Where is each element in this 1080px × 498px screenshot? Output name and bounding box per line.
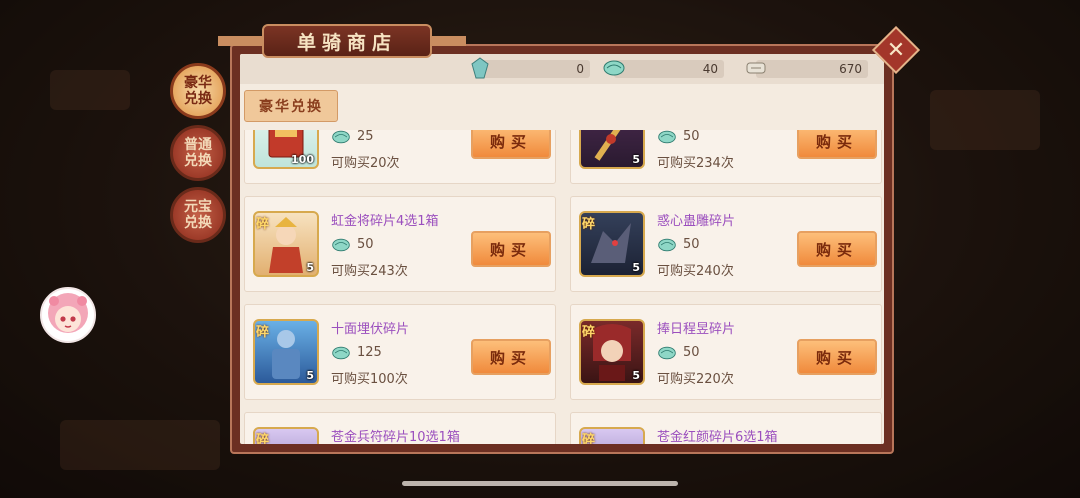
item-purchase-limit: 可购买240次 [657, 264, 734, 279]
title-ornament [218, 36, 264, 46]
token-icon [332, 346, 350, 360]
shop-item-card: 5 50 可购买234次 购买 [570, 130, 882, 184]
assistant-avatar[interactable] [40, 287, 96, 343]
item-icon-box[interactable]: 碎 [253, 427, 319, 444]
buy-button[interactable]: 购买 [797, 130, 877, 159]
item-price: 125 [357, 345, 382, 360]
side-tab-normal[interactable]: 普通兑换 [170, 125, 226, 181]
item-icon-box[interactable]: 碎 [579, 427, 645, 444]
background-decoration [930, 90, 1040, 150]
token-icon [658, 346, 676, 360]
currency-scroll-value: 670 [839, 62, 862, 76]
item-price: 50 [683, 237, 700, 252]
buy-button[interactable]: 购买 [471, 231, 551, 267]
token-icon [658, 238, 676, 252]
background-decoration [50, 70, 130, 110]
shop-panel: 0 40 670 豪华兑换 100 25 可购买20次 购买 5 50 可购买2… [230, 44, 894, 454]
item-price: 50 [683, 345, 700, 360]
item-name: 十面埋伏碎片 [331, 322, 410, 337]
currency-token: 40 [603, 60, 724, 78]
item-icon-spear[interactable]: 5 [579, 130, 645, 169]
item-purchase-limit: 可购买234次 [657, 156, 734, 171]
crystal-icon [471, 57, 489, 79]
item-price: 25 [357, 130, 374, 144]
shop-item-card: 碎 苍金红颜碎片6选1箱 [570, 412, 882, 444]
side-tab-yuanbao[interactable]: 元宝兑换 [170, 187, 226, 243]
shop-panel-body: 0 40 670 豪华兑换 100 25 可购买20次 购买 5 50 可购买2… [240, 54, 884, 444]
item-purchase-limit: 可购买20次 [331, 156, 400, 171]
sub-tab-luxury[interactable]: 豪华兑换 [244, 90, 338, 122]
shop-item-card: 碎 5 惑心蛊雕碎片 50 可购买240次 购买 [570, 196, 882, 292]
buy-button[interactable]: 购买 [471, 339, 551, 375]
close-icon[interactable]: ✕ [879, 33, 913, 67]
home-indicator[interactable] [402, 481, 678, 486]
item-icon-beast[interactable]: 碎 5 [579, 211, 645, 277]
item-icon-armor[interactable]: 碎 5 [253, 319, 319, 385]
side-tab-luxury[interactable]: 豪华兑换 [170, 63, 226, 119]
item-name: 苍金兵符碎片10选1箱 [331, 430, 460, 444]
item-name: 虹金将碎片4选1箱 [331, 214, 439, 229]
item-icon-warrior[interactable]: 碎 5 [253, 211, 319, 277]
shop-item-card: 碎 苍金兵符碎片10选1箱 [244, 412, 556, 444]
item-name: 苍金红颜碎片6选1箱 [657, 430, 778, 444]
item-name: 捧日程昱碎片 [657, 322, 736, 337]
token-icon [658, 130, 676, 144]
item-purchase-limit: 可购买100次 [331, 372, 408, 387]
currency-token-value: 40 [702, 62, 718, 76]
item-list[interactable]: 100 25 可购买20次 购买 5 50 可购买234次 购买 碎 5 虹金将… [244, 130, 884, 444]
shop-item-card: 碎 5 虹金将碎片4选1箱 50 可购买243次 购买 [244, 196, 556, 292]
item-price: 50 [357, 237, 374, 252]
token-icon [332, 238, 350, 252]
token-icon [603, 60, 625, 76]
currency-crystal: 0 [471, 57, 590, 79]
item-purchase-limit: 可购买220次 [657, 372, 734, 387]
currency-scroll: 670 [746, 60, 868, 78]
item-price: 50 [683, 130, 700, 144]
shop-item-card: 碎 5 十面埋伏碎片 125 可购买100次 购买 [244, 304, 556, 400]
item-icon-hero[interactable]: 碎 5 [579, 319, 645, 385]
buy-button[interactable]: 购买 [797, 231, 877, 267]
title-ornament [426, 36, 466, 46]
buy-button[interactable]: 购买 [471, 130, 551, 159]
background-decoration [60, 420, 220, 470]
item-name: 惑心蛊雕碎片 [657, 214, 736, 229]
shop-item-card: 碎 5 捧日程昱碎片 50 可购买220次 购买 [570, 304, 882, 400]
currency-bar: 0 40 670 [240, 54, 884, 84]
item-purchase-limit: 可购买243次 [331, 264, 408, 279]
item-icon-book[interactable]: 100 [253, 130, 319, 169]
token-icon [332, 130, 350, 144]
shop-item-card: 100 25 可购买20次 购买 [244, 130, 556, 184]
shop-title: 单骑商店 [262, 24, 432, 58]
scroll-icon [746, 62, 766, 74]
currency-crystal-value: 0 [576, 62, 584, 76]
buy-button[interactable]: 购买 [797, 339, 877, 375]
